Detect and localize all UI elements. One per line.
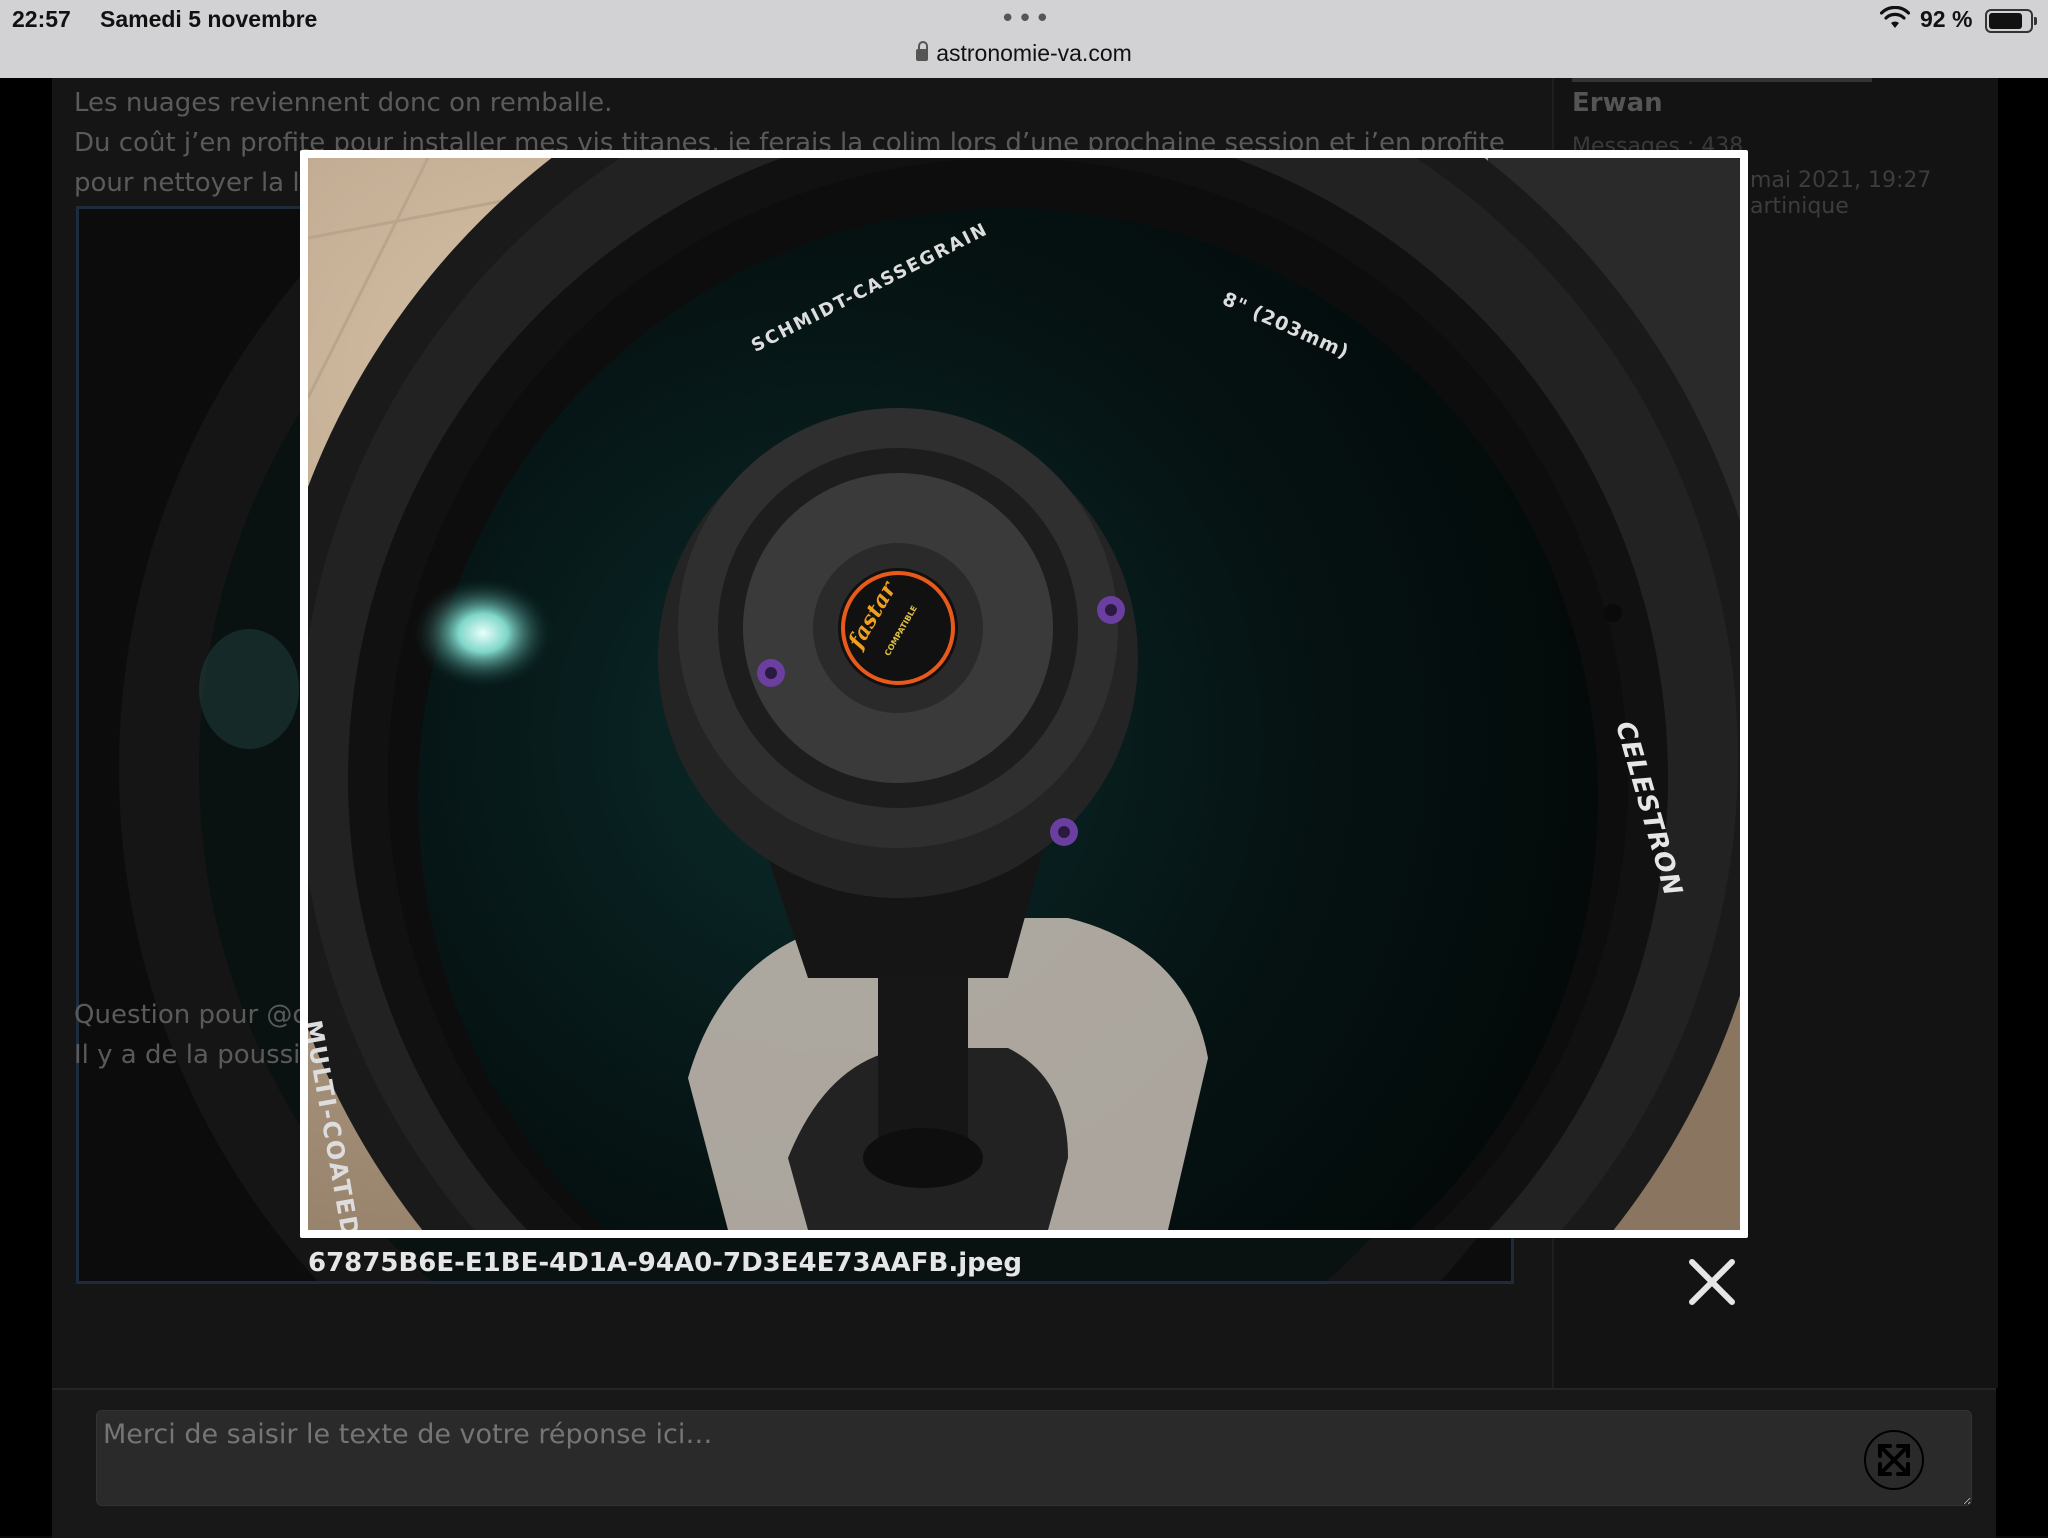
lightbox-caption: 67875B6E-E1BE-4D1A-94A0-7D3E4E73AAFB.jpe… <box>308 1248 1023 1278</box>
lightbox: SCHMIDT-CASSEGRAIN 8" (203mm) CELESTRON … <box>300 150 1748 1238</box>
post-text-line: Les nuages reviennent donc on remballe. <box>74 88 613 118</box>
right-margin <box>1996 78 2048 1536</box>
telescope-photo <box>308 158 1740 1230</box>
lock-icon <box>916 41 929 61</box>
battery-percent: 92 % <box>1920 6 1973 32</box>
multitasking-dots-icon[interactable]: ••• <box>1000 4 1052 34</box>
reply-textarea[interactable] <box>96 1410 1972 1506</box>
battery-tip <box>2034 17 2037 25</box>
wifi-icon <box>1880 6 1910 28</box>
post-text-line: pour nettoyer la la <box>74 168 316 198</box>
lightbox-image[interactable]: SCHMIDT-CASSEGRAIN 8" (203mm) CELESTRON … <box>308 158 1740 1230</box>
author-rank-bar <box>1572 78 1872 82</box>
close-icon[interactable] <box>1684 1254 1740 1310</box>
status-time: 22:57 <box>12 6 71 32</box>
left-margin <box>0 78 52 1536</box>
url-text: astronomie-va.com <box>936 40 1132 66</box>
status-date: Samedi 5 novembre <box>100 6 318 32</box>
author-name[interactable]: Erwan <box>1572 88 1663 118</box>
battery-icon <box>1985 9 2037 33</box>
status-bar: 22:57 Samedi 5 novembre ••• astronomie-v… <box>0 0 2048 78</box>
author-location: artinique <box>1750 194 1849 219</box>
reply-area <box>52 1388 1996 1538</box>
battery-fill <box>1989 13 2023 29</box>
post-date: mai 2021, 19:27 <box>1750 168 1932 193</box>
expand-icon[interactable] <box>1864 1430 1924 1490</box>
address-bar[interactable]: astronomie-va.com <box>0 40 2048 67</box>
